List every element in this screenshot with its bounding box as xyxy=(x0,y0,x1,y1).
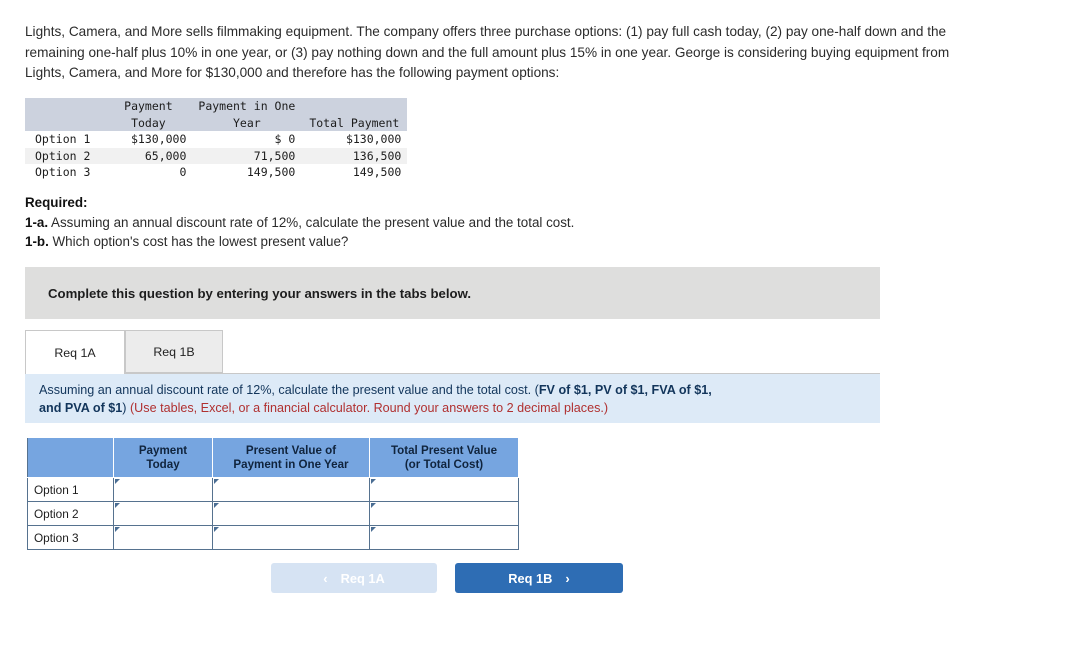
table-row: Option 2 xyxy=(27,501,519,526)
given-row-label: Option 3 xyxy=(35,165,91,180)
input-option2-payment-today[interactable] xyxy=(114,503,212,524)
required-item-1a: 1-a. Assuming an annual discount rate of… xyxy=(25,213,574,233)
given-row-label: Option 2 xyxy=(25,147,105,165)
given-row-total-payment: 136,500 xyxy=(301,147,408,165)
given-row-payment-today: 0 xyxy=(179,165,187,180)
given-row-total-payment: $130,000 xyxy=(345,132,402,146)
answer-row-label-option-2: Option 2 xyxy=(27,501,114,526)
answer-table-body: Option 1 Option 2 Option 3 xyxy=(27,477,519,550)
given-payment-options-table: Payment Payment in One Today Year Total … xyxy=(25,98,408,181)
requirement-instruction-note: (Use tables, Excel, or a financial calcu… xyxy=(129,401,609,415)
given-header-total-payment-line1 xyxy=(301,98,408,115)
problem-statement: Lights, Camera, and More sells filmmakin… xyxy=(25,24,950,80)
answer-header-total-pv-line1: Total Present Value xyxy=(390,444,498,457)
required-section: Required: 1-a. Assuming an annual discou… xyxy=(25,193,574,252)
complete-question-banner: Complete this question by entering your … xyxy=(25,267,880,319)
prev-requirement-button[interactable]: ‹ Req 1A xyxy=(271,563,437,593)
input-option3-pv-one-year[interactable] xyxy=(213,527,369,548)
given-row-label: Option 1 xyxy=(35,132,91,146)
required-item-1b-label: 1-b. xyxy=(25,234,49,250)
given-header-payment-today-line1: Payment xyxy=(104,98,193,115)
given-table-body: Option 1 $130,000 $ 0 $130,000 Option 2 … xyxy=(25,131,408,181)
answer-cell-option1-pv-one-year[interactable] xyxy=(212,477,370,502)
answer-header-corner xyxy=(27,437,114,478)
required-item-1a-text: Assuming an annual discount rate of 12%,… xyxy=(48,214,575,230)
given-header-payment-today-line2: Today xyxy=(104,114,193,131)
required-item-1b-text: Which option's cost has the lowest prese… xyxy=(48,234,349,250)
required-heading-text: Required: xyxy=(25,195,88,210)
requirement-instruction-close-paren: ) xyxy=(122,401,130,415)
given-row-payment-today: 65,000 xyxy=(104,147,193,165)
given-table-head: Payment Payment in One Today Year Total … xyxy=(25,98,408,131)
requirement-instruction-bold-links-2[interactable]: and PVA of $1 xyxy=(39,401,122,415)
answer-table-header-row: Payment Today Present Value of Payment i… xyxy=(27,437,519,478)
given-header-payment-one-year-line1: Payment in One xyxy=(192,98,302,115)
answer-header-payment-today: Payment Today xyxy=(113,437,213,478)
chevron-left-icon: ‹ xyxy=(323,570,328,586)
requirement-instruction-line-1: Assuming an annual discount rate of 12%,… xyxy=(39,382,712,399)
given-table-header-row-2: Today Year Total Payment xyxy=(25,114,408,131)
next-requirement-label: Req 1B xyxy=(508,570,553,586)
input-option1-total-pv[interactable] xyxy=(370,479,518,500)
answer-row-label-option-3: Option 3 xyxy=(27,525,114,550)
input-option1-pv-one-year[interactable] xyxy=(213,479,369,500)
tab-req-1a[interactable]: Req 1A xyxy=(25,330,125,374)
tab-req-1b-label: Req 1B xyxy=(153,344,195,359)
input-option2-pv-one-year[interactable] xyxy=(213,503,369,524)
input-option2-total-pv[interactable] xyxy=(370,503,518,524)
tab-req-1a-label: Req 1A xyxy=(54,345,96,360)
table-row: Option 1 $130,000 $ 0 $130,000 xyxy=(25,131,407,148)
answer-cell-option2-total-pv[interactable] xyxy=(369,501,519,526)
tab-req-1b[interactable]: Req 1B xyxy=(125,330,223,373)
given-row-total-payment: 149,500 xyxy=(352,165,402,180)
answer-header-pv-line2: Payment in One Year xyxy=(233,457,349,471)
given-table-header-row-1: Payment Payment in One xyxy=(25,98,408,115)
table-row: Option 2 65,000 71,500 136,500 xyxy=(25,147,408,165)
requirement-instruction-bold-links[interactable]: FV of $1, PV of $1, FVA of $1, xyxy=(539,383,712,397)
chevron-right-icon: › xyxy=(565,570,570,586)
answer-entry-table: Payment Today Present Value of Payment i… xyxy=(27,437,519,550)
answer-header-payment-today-line1: Payment xyxy=(138,444,188,457)
given-header-payment-one-year-line2: Year xyxy=(192,114,302,131)
next-requirement-button[interactable]: Req 1B › xyxy=(455,563,623,593)
given-header-blank xyxy=(25,98,105,115)
answer-header-pv-line1: Present Value of xyxy=(245,444,337,457)
answer-cell-option1-total-pv[interactable] xyxy=(369,477,519,502)
answer-table-head: Payment Today Present Value of Payment i… xyxy=(27,437,519,478)
given-row-payment-one-year: $ 0 xyxy=(274,132,296,146)
table-row: Option 1 xyxy=(27,477,519,502)
answer-header-total-pv-line2: (or Total Cost) xyxy=(404,457,484,471)
answer-cell-option1-payment-today[interactable] xyxy=(113,477,213,502)
input-option1-payment-today[interactable] xyxy=(114,479,212,500)
requirement-instruction-plain: Assuming an annual discount rate of 12%,… xyxy=(39,383,539,397)
given-header-total-payment-line2: Total Payment xyxy=(301,114,408,131)
given-row-payment-one-year: 149,500 xyxy=(246,165,296,180)
given-row-payment-one-year: 71,500 xyxy=(192,147,302,165)
table-row: Option 3 0 149,500 149,500 xyxy=(25,164,407,181)
input-option3-total-pv[interactable] xyxy=(370,527,518,548)
answer-cell-option3-payment-today[interactable] xyxy=(113,525,213,550)
complete-question-banner-text: Complete this question by entering your … xyxy=(48,286,472,301)
required-item-1b: 1-b. Which option's cost has the lowest … xyxy=(25,232,574,252)
answer-row-label-option-1: Option 1 xyxy=(27,477,114,502)
table-row: Option 3 xyxy=(27,525,519,550)
required-heading: Required: xyxy=(25,193,574,213)
answer-header-pv-payment-one-year: Present Value of Payment in One Year xyxy=(212,437,370,478)
input-option3-payment-today[interactable] xyxy=(114,527,212,548)
answer-cell-option3-total-pv[interactable] xyxy=(369,525,519,550)
given-header-blank-2 xyxy=(25,114,105,131)
answer-header-total-present-value: Total Present Value (or Total Cost) xyxy=(369,437,519,478)
answer-header-payment-today-line2: Today xyxy=(146,457,180,471)
prev-requirement-label: Req 1A xyxy=(340,570,385,586)
requirement-instruction-panel: Assuming an annual discount rate of 12%,… xyxy=(25,374,880,423)
required-item-1a-label: 1-a. xyxy=(25,214,49,230)
answer-cell-option3-pv-one-year[interactable] xyxy=(212,525,370,550)
given-row-payment-today: $130,000 xyxy=(131,132,187,146)
requirement-instruction-line-2: and PVA of $1) (Use tables, Excel, or a … xyxy=(39,400,608,417)
answer-cell-option2-payment-today[interactable] xyxy=(113,501,213,526)
requirement-tab-strip: Req 1A Req 1B xyxy=(25,330,880,374)
answer-cell-option2-pv-one-year[interactable] xyxy=(212,501,370,526)
